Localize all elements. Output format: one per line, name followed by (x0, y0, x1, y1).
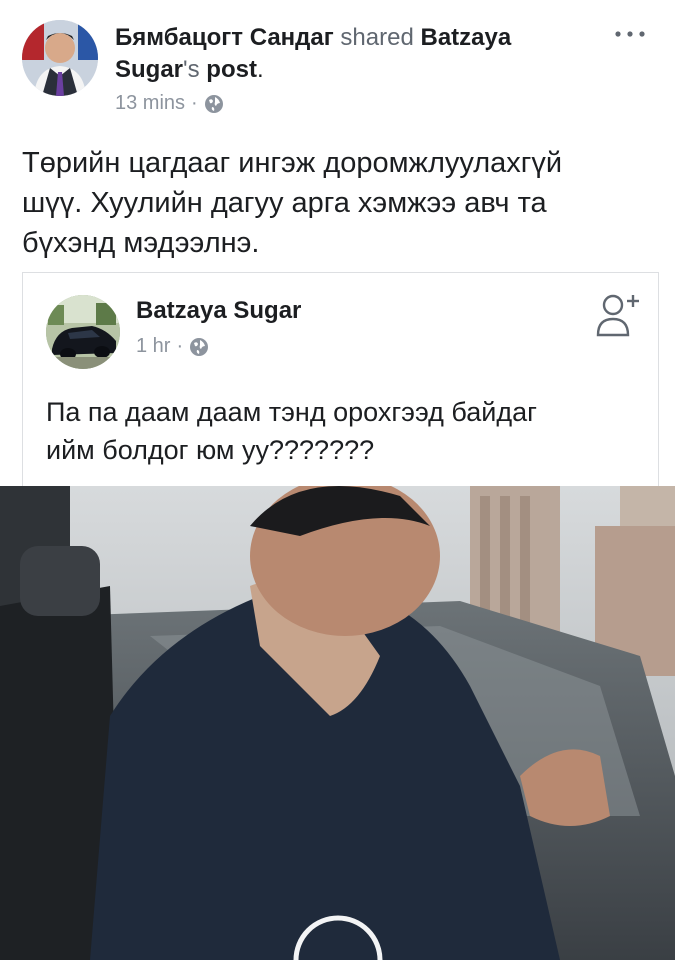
post-header: Бямбацогт Сандаг shared Batzaya Sugar's … (115, 22, 595, 86)
shared-post-text: Па па даам даам тэнд орохгээд байдаг ийм… (46, 393, 646, 469)
post-text-line: бүхэнд мэдээлнэ. (22, 227, 260, 259)
more-options-icon[interactable] (612, 24, 648, 44)
car-avatar-image (46, 295, 120, 369)
globe-icon[interactable] (189, 337, 209, 357)
shared-post-meta: 1 hr · (136, 335, 209, 358)
shared-post-text-line: Па па даам даам тэнд орохгээд байдаг (46, 397, 537, 427)
shared-post-card[interactable]: Batzaya Sugar 1 hr · Па па даам даам тэн… (22, 272, 659, 493)
post-meta: 13 mins · (115, 92, 224, 115)
shared-verb: shared (340, 24, 414, 51)
globe-icon[interactable] (204, 94, 224, 114)
sharer-name-link[interactable]: Бямбацогт Сандаг (115, 24, 334, 51)
sharer-avatar[interactable] (22, 20, 98, 96)
add-friend-icon[interactable] (595, 291, 641, 339)
meta-separator: · (191, 92, 198, 114)
post-timestamp[interactable]: 13 mins (115, 92, 185, 115)
video-frame-image (0, 486, 675, 960)
shared-author-name[interactable]: Batzaya Sugar (136, 297, 301, 325)
sharer-avatar-image (22, 20, 98, 96)
meta-separator: · (176, 335, 184, 357)
possessive-suffix: 's (183, 56, 200, 83)
post-text: Төрийн цагдааг ингэж доромжлуулахгүй шүү… (22, 143, 642, 263)
header-period: . (256, 56, 264, 83)
shared-post-timestamp[interactable]: 1 hr (136, 335, 170, 358)
shared-author-avatar[interactable] (46, 295, 120, 369)
video-preview[interactable] (0, 486, 675, 960)
post-text-line: Төрийн цагдааг ингэж доромжлуулахгүй (22, 147, 563, 179)
shared-post-text-line: ийм болдог юм уу??????? (46, 435, 375, 465)
post-text-line: шүү. Хуулийн дагуу арга хэмжээ авч та (22, 187, 547, 219)
post-link[interactable]: post (206, 56, 257, 83)
